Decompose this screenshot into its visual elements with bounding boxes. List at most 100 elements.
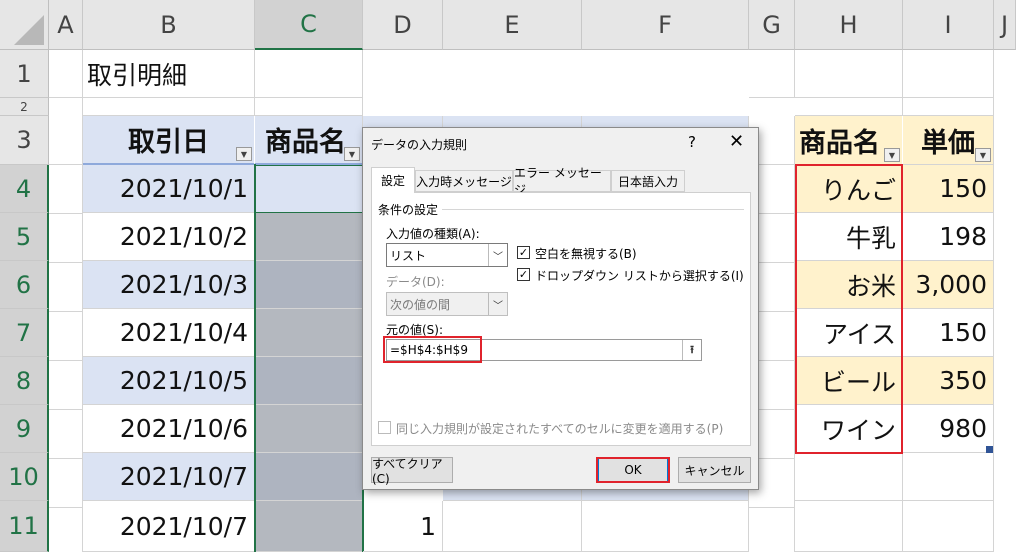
price-table-product[interactable]: アイス — [795, 309, 903, 357]
allow-label: 入力値の種類(A): — [386, 227, 480, 241]
row-header-10[interactable]: 10 — [0, 453, 49, 501]
cell-c2[interactable] — [255, 98, 363, 116]
date-cell[interactable]: 2021/10/6 — [83, 405, 255, 453]
column-header-g[interactable]: G — [749, 0, 795, 50]
filter-dropdown-icon[interactable]: ▼ — [236, 147, 252, 161]
help-button[interactable]: ? — [688, 133, 696, 151]
date-cell[interactable]: 2021/10/3 — [83, 261, 255, 309]
column-header-a[interactable]: A — [49, 0, 83, 50]
filter-dropdown-icon[interactable]: ▼ — [884, 148, 900, 162]
price-table-price[interactable]: 198 — [903, 213, 994, 261]
data-validation-dialog: データの入力規則 ? ✕ 設定 入力時メッセージ エラー メッセージ 日本語入力… — [362, 127, 759, 490]
chevron-down-icon: ﹀ — [488, 244, 507, 266]
apply-all-checkbox — [378, 421, 391, 434]
cell-i1[interactable] — [903, 50, 994, 98]
filter-dropdown-icon[interactable]: ▼ — [975, 148, 991, 162]
date-cell[interactable]: 2021/10/5 — [83, 357, 255, 405]
price-table-price[interactable]: 150 — [903, 165, 994, 213]
price-table-header-product[interactable]: 商品名 ▼ — [795, 116, 903, 165]
price-table-price[interactable]: 980 — [903, 405, 994, 453]
row-header-9[interactable]: 9 — [0, 405, 49, 453]
tab-settings[interactable]: 設定 — [371, 167, 415, 193]
cell-h1[interactable] — [795, 50, 903, 98]
data-operator-select: 次の値の間 ﹀ — [386, 292, 508, 316]
header-product-label: 商品名 — [265, 127, 346, 158]
header-date[interactable]: 取引日 ▼ — [83, 116, 255, 165]
cell-h11[interactable] — [795, 501, 903, 552]
row-header-7[interactable]: 7 — [0, 309, 49, 357]
row-header-3[interactable]: 3 — [0, 116, 49, 165]
cell-i2[interactable] — [903, 98, 994, 116]
date-cell[interactable]: 2021/10/4 — [83, 309, 255, 357]
price-table-product[interactable]: ワイン — [795, 405, 903, 453]
header-date-label: 取引日 — [128, 127, 209, 158]
date-cell[interactable]: 2021/10/7 — [83, 501, 255, 552]
column-a-cells[interactable] — [49, 116, 83, 552]
cell-a1[interactable] — [49, 50, 83, 98]
row-header-8[interactable]: 8 — [0, 357, 49, 405]
date-cell[interactable]: 2021/10/7 — [83, 453, 255, 501]
in-cell-dropdown-checkbox[interactable]: ✓ — [517, 268, 530, 281]
price-table-product[interactable]: お米 — [795, 261, 903, 309]
cell-d11[interactable]: 1 — [363, 501, 443, 552]
collapse-dialog-icon[interactable]: ⭱ — [682, 340, 701, 360]
tab-ime-mode[interactable]: 日本語入力 — [611, 170, 685, 192]
source-input[interactable]: =$H$4:$H$9 ⭱ — [386, 339, 702, 361]
source-label: 元の値(S): — [386, 323, 444, 337]
data-label: データ(D): — [386, 275, 445, 289]
ignore-blank-label: 空白を無視する(B) — [535, 247, 637, 261]
cell-e11[interactable] — [443, 501, 582, 552]
tab-error-alert[interactable]: エラー メッセージ — [513, 166, 611, 197]
column-header-i[interactable]: I — [903, 0, 994, 50]
selection-border — [254, 164, 364, 552]
allow-select-value: リスト — [390, 248, 427, 263]
price-table-price[interactable]: 3,000 — [903, 261, 994, 309]
table-resize-handle[interactable] — [986, 446, 993, 453]
clear-all-button[interactable]: すべてクリア(C) — [371, 457, 453, 486]
ignore-blank-checkbox[interactable]: ✓ — [517, 246, 530, 259]
allow-select[interactable]: リスト ﹀ — [386, 243, 508, 267]
close-icon[interactable]: ✕ — [729, 131, 744, 152]
select-all-corner[interactable] — [0, 0, 49, 50]
chevron-down-icon: ﹀ — [488, 293, 507, 315]
row-header-4[interactable]: 4 — [0, 165, 49, 213]
header-product[interactable]: 商品名 ▼ — [255, 116, 363, 165]
row-header-11[interactable]: 11 — [0, 501, 49, 552]
column-header-h[interactable]: H — [795, 0, 903, 50]
column-header-j[interactable]: J — [994, 0, 1016, 50]
cell-h2[interactable] — [795, 98, 903, 116]
cell-g1[interactable] — [749, 50, 795, 98]
section-divider — [442, 209, 744, 210]
cell-c1[interactable] — [255, 50, 363, 98]
filter-dropdown-icon[interactable]: ▼ — [344, 147, 360, 161]
price-table-product[interactable]: 牛乳 — [795, 213, 903, 261]
cell-h10[interactable] — [795, 453, 903, 501]
price-table-header-price[interactable]: 単価 ▼ — [903, 116, 994, 165]
price-table-product[interactable]: りんご — [795, 165, 903, 213]
date-cell[interactable]: 2021/10/2 — [83, 213, 255, 261]
column-header-c[interactable]: C — [255, 0, 363, 50]
ok-button[interactable]: OK — [598, 457, 668, 483]
title-cell[interactable]: 取引明細 — [83, 50, 255, 98]
tab-input-message[interactable]: 入力時メッセージ — [415, 170, 513, 192]
column-header-b[interactable]: B — [83, 0, 255, 50]
column-header-e[interactable]: E — [443, 0, 582, 50]
column-header-d[interactable]: D — [363, 0, 443, 50]
apply-all-label: 同じ入力規則が設定されたすべてのセルに変更を適用する(P) — [396, 422, 724, 436]
date-cell[interactable]: 2021/10/1 — [83, 165, 255, 213]
cell-i11[interactable] — [903, 501, 994, 552]
price-table-product[interactable]: ビール — [795, 357, 903, 405]
price-table-price[interactable]: 350 — [903, 357, 994, 405]
cancel-button[interactable]: キャンセル — [678, 457, 751, 483]
column-header-f[interactable]: F — [582, 0, 749, 50]
row-header-1[interactable]: 1 — [0, 50, 49, 98]
row-header-6[interactable]: 6 — [0, 261, 49, 309]
price-table-price[interactable]: 150 — [903, 309, 994, 357]
row-header-2[interactable]: 2 — [0, 98, 49, 116]
in-cell-dropdown-label: ドロップダウン リストから選択する(I) — [535, 269, 744, 283]
cell-f11[interactable] — [582, 501, 749, 552]
row-header-5[interactable]: 5 — [0, 213, 49, 261]
cell-i10[interactable] — [903, 453, 994, 501]
cell-b2[interactable] — [83, 98, 255, 116]
data-operator-value: 次の値の間 — [390, 297, 451, 312]
